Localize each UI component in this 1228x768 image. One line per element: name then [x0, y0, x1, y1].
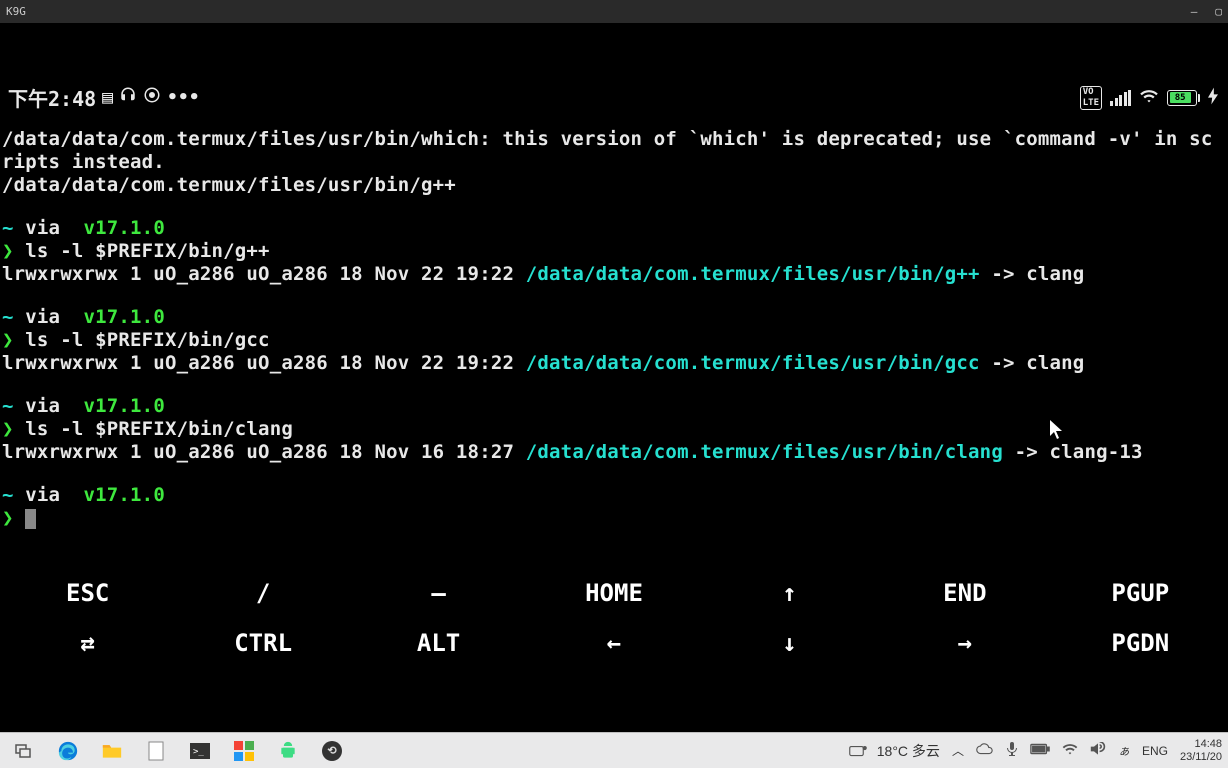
taskbar-edge[interactable]: [48, 735, 88, 767]
taskbar-android[interactable]: [268, 735, 308, 767]
tray-wifi-icon[interactable]: [1062, 742, 1078, 759]
ls-output: lrwxrwxrwx 1 uO_a286 uO_a286 18 Nov 22 1…: [2, 352, 1222, 375]
prompt-line: ~ via v17.1.0: [2, 395, 1222, 418]
ls-output: lrwxrwxrwx 1 uO_a286 uO_a286 18 Nov 22 1…: [2, 263, 1222, 286]
app-title: K9G: [6, 5, 26, 18]
window-minimize[interactable]: —: [1191, 5, 1198, 18]
key-alt[interactable]: ALT: [351, 621, 526, 665]
tray-clock[interactable]: 14:48 23/11/20: [1180, 738, 1222, 764]
battery-icon: 85: [1167, 90, 1200, 106]
status-time: 下午2:48: [8, 83, 96, 112]
prompt-line: ~ via v17.1.0: [2, 306, 1222, 329]
taskbar-explorer[interactable]: [92, 735, 132, 767]
key-end[interactable]: END: [877, 571, 1052, 615]
tray-battery-icon[interactable]: [1030, 743, 1050, 758]
tray-onedrive-icon[interactable]: [976, 743, 994, 758]
headset-icon: [119, 86, 137, 109]
key-home[interactable]: HOME: [526, 571, 701, 615]
prompt-cursor-line[interactable]: ❯: [2, 507, 1222, 530]
charging-icon: [1208, 87, 1218, 109]
key-pgdn[interactable]: PGDN: [1053, 621, 1228, 665]
key-ctrl[interactable]: CTRL: [175, 621, 350, 665]
key-dash[interactable]: —: [351, 571, 526, 615]
taskbar-obs[interactable]: ⟲: [312, 735, 352, 767]
windows-taskbar: >_ ⟲ 18°C 多云 ︿ ぁ ENG: [0, 732, 1228, 768]
volte-badge: VO LTE: [1080, 86, 1102, 110]
scrcpy-titlebar: K9G — ▢: [0, 0, 1228, 23]
tray-chevron-up-icon[interactable]: ︿: [952, 742, 964, 759]
tray-mic-icon[interactable]: [1006, 741, 1018, 760]
prompt-line: ~ via v17.1.0: [2, 217, 1222, 240]
key-left[interactable]: ←: [526, 621, 701, 665]
taskbar-terminal[interactable]: >_: [180, 735, 220, 767]
android-status-bar: 下午2:48 ▤ ••• VO LTE 85: [0, 75, 1228, 114]
more-notifications-icon: •••: [167, 87, 200, 108]
tray-ime-icon[interactable]: ぁ: [1118, 742, 1130, 759]
window-maximize[interactable]: ▢: [1215, 5, 1222, 18]
cellular-signal-icon: [1110, 90, 1131, 106]
svg-text:>_: >_: [193, 747, 204, 757]
voice-icon: ▤: [102, 87, 113, 108]
tray-weather[interactable]: 18°C 多云: [849, 741, 940, 761]
key-down[interactable]: ↓: [702, 621, 877, 665]
taskbar-photos[interactable]: [224, 735, 264, 767]
ls-output: lrwxrwxrwx 1 uO_a286 uO_a286 18 Nov 16 1…: [2, 441, 1222, 464]
taskbar-notepad[interactable]: [136, 735, 176, 767]
key-right[interactable]: →: [877, 621, 1052, 665]
key-slash[interactable]: /: [175, 571, 350, 615]
notification-icon: [143, 86, 161, 109]
key-up[interactable]: ↑: [702, 571, 877, 615]
terminal-output[interactable]: /data/data/com.termux/files/usr/bin/whic…: [0, 114, 1228, 530]
command-line: ❯ ls -l $PREFIX/bin/g++: [2, 240, 1222, 263]
tray-volume-icon[interactable]: [1090, 742, 1106, 759]
key-pgup[interactable]: PGUP: [1053, 571, 1228, 615]
prompt-line: ~ via v17.1.0: [2, 484, 1222, 507]
wifi-icon: [1139, 88, 1159, 108]
termux-extra-keys: ESC / — HOME ↑ END PGUP ⇄ CTRL ALT ← ↓ →…: [0, 568, 1228, 668]
deprecation-warning: /data/data/com.termux/files/usr/bin/whic…: [2, 128, 1222, 174]
which-output: /data/data/com.termux/files/usr/bin/g++: [2, 174, 1222, 197]
key-tab[interactable]: ⇄: [0, 621, 175, 665]
tray-language[interactable]: ENG: [1142, 744, 1168, 758]
command-line: ❯ ls -l $PREFIX/bin/clang: [2, 418, 1222, 441]
terminal-cursor: [25, 509, 36, 529]
command-line: ❯ ls -l $PREFIX/bin/gcc: [2, 329, 1222, 352]
taskbar-taskview[interactable]: [4, 735, 44, 767]
key-esc[interactable]: ESC: [0, 571, 175, 615]
